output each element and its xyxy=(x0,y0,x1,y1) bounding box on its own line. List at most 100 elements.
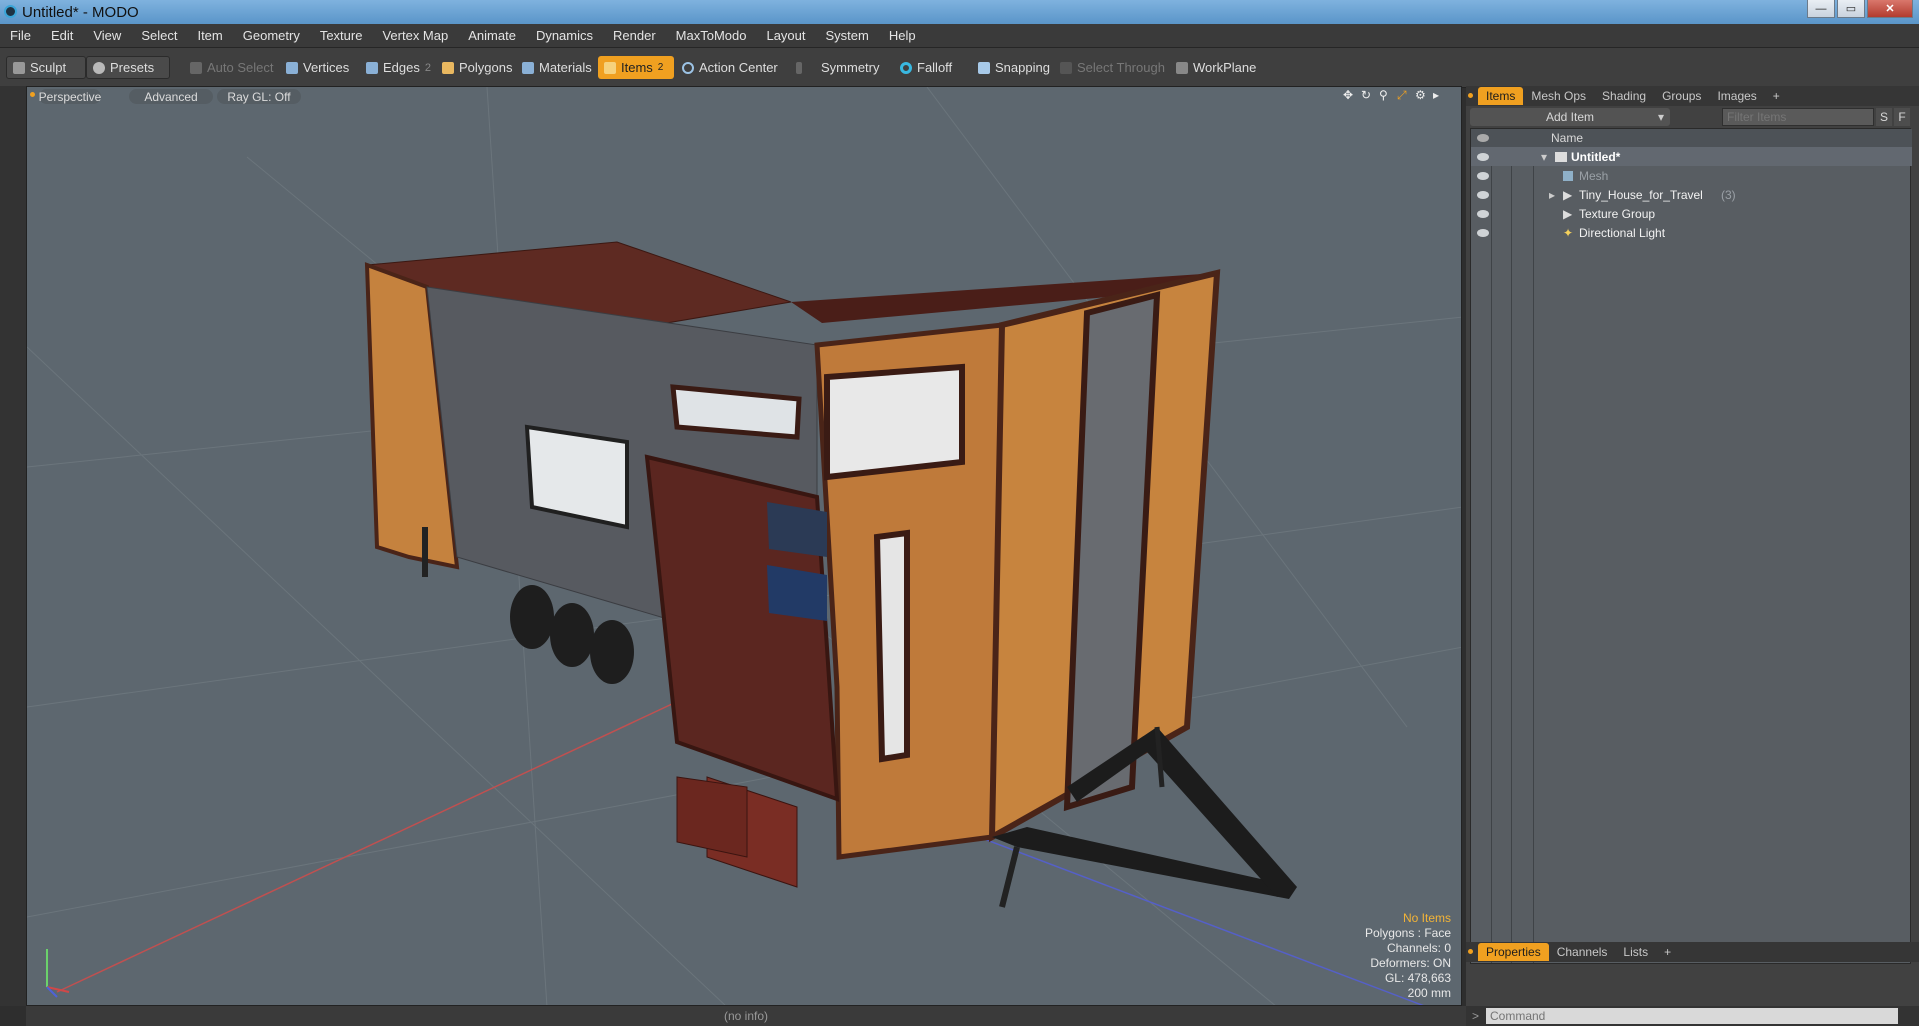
presets-button[interactable]: Presets xyxy=(86,56,170,79)
filter-items-input[interactable] xyxy=(1722,108,1874,126)
edges-button[interactable]: Edges 2 xyxy=(360,56,437,79)
wheel xyxy=(550,603,594,667)
hud-polygons: Polygons : Face xyxy=(1364,926,1451,940)
sculpt-button[interactable]: Sculpt xyxy=(6,56,86,79)
command-bar: > xyxy=(1466,1006,1919,1026)
vertices-icon xyxy=(286,61,298,74)
command-input[interactable] xyxy=(1486,1008,1898,1024)
close-button[interactable]: ✕ xyxy=(1867,0,1913,18)
visibility-eye-icon[interactable] xyxy=(1477,209,1489,218)
brush-icon xyxy=(13,61,25,74)
filter-f-button[interactable]: F xyxy=(1894,108,1910,126)
tree-row-texture-group[interactable]: ▶ Texture Group xyxy=(1471,204,1912,223)
tab-groups[interactable]: Groups xyxy=(1654,87,1709,105)
tab-lists[interactable]: Lists xyxy=(1615,943,1656,961)
minimize-button[interactable]: — xyxy=(1807,0,1835,18)
tab-items[interactable]: Items xyxy=(1478,87,1524,105)
menu-item[interactable]: Item xyxy=(187,28,232,43)
tab-mesh-ops[interactable]: Mesh Ops xyxy=(1523,87,1594,105)
menu-file[interactable]: File xyxy=(0,28,41,43)
expand-arrow-icon[interactable]: ▸ xyxy=(1549,188,1555,202)
workplane-icon xyxy=(1176,61,1188,74)
menu-select[interactable]: Select xyxy=(131,28,187,43)
select-through-button[interactable]: Select Through xyxy=(1054,56,1171,79)
properties-tabs: Properties Channels Lists + xyxy=(1466,942,1919,962)
tree-row-group[interactable]: ▸ ▶ Tiny_House_for_Travel (3) xyxy=(1471,185,1912,204)
hud-deformers: Deformers: ON xyxy=(1370,956,1451,970)
menu-bar: File Edit View Select Item Geometry Text… xyxy=(0,24,1919,48)
axis-gizmo xyxy=(46,949,70,998)
workplane-button[interactable]: WorkPlane xyxy=(1170,56,1262,79)
symmetry-icon xyxy=(796,61,802,74)
menu-maxtomodo[interactable]: MaxToModo xyxy=(666,28,757,43)
group-icon: ▶ xyxy=(1563,187,1573,202)
visibility-eye-icon[interactable] xyxy=(1477,228,1489,237)
action-center-button[interactable]: Action Center xyxy=(676,56,784,79)
tab-channels[interactable]: Channels xyxy=(1549,943,1616,961)
filter-s-button[interactable]: S xyxy=(1876,108,1892,126)
title-bar: Untitled* - MODO — ▭ ✕ xyxy=(0,0,1919,24)
hud-no-items: No Items xyxy=(1402,911,1451,925)
tree-label: Mesh xyxy=(1579,168,1609,183)
vertices-button[interactable]: Vertices xyxy=(280,56,355,79)
window-title: Untitled* - MODO xyxy=(22,3,139,21)
tab-shading[interactable]: Shading xyxy=(1594,87,1654,105)
add-item-button[interactable]: Add Item ▾ xyxy=(1470,108,1670,126)
x-axis-line xyxy=(56,696,688,993)
menu-vertex-map[interactable]: Vertex Map xyxy=(372,28,458,43)
jack-stand xyxy=(999,846,1020,908)
light-icon: ✦ xyxy=(1563,225,1574,240)
visibility-header-icon xyxy=(1477,134,1489,142)
tree-row-light[interactable]: ✦ Directional Light xyxy=(1471,223,1912,242)
crosshair-icon xyxy=(682,61,694,74)
collapse-arrow-icon[interactable]: ▾ xyxy=(1541,150,1547,164)
tab-add[interactable]: + xyxy=(1656,943,1679,961)
edges-icon xyxy=(366,61,378,74)
snapping-button[interactable]: Snapping xyxy=(972,56,1056,79)
toolbar: Sculpt Presets Auto Select Vertices Edge… xyxy=(0,48,1919,88)
menu-texture[interactable]: Texture xyxy=(310,28,373,43)
scene-icon xyxy=(1555,151,1567,162)
menu-system[interactable]: System xyxy=(816,28,879,43)
tree-label: Tiny_House_for_Travel xyxy=(1579,187,1703,202)
maximize-button[interactable]: ▭ xyxy=(1837,0,1865,18)
menu-layout[interactable]: Layout xyxy=(756,28,815,43)
hud-channels: Channels: 0 xyxy=(1386,941,1451,955)
tree-row-mesh[interactable]: Mesh xyxy=(1471,166,1912,185)
items-button[interactable]: Items 2 xyxy=(598,56,674,79)
name-column-header: Name xyxy=(1551,131,1584,145)
presets-icon xyxy=(93,61,105,74)
menu-render[interactable]: Render xyxy=(603,28,666,43)
menu-animate[interactable]: Animate xyxy=(458,28,526,43)
menu-view[interactable]: View xyxy=(83,28,131,43)
materials-button[interactable]: Materials xyxy=(516,56,598,79)
tree-row-scene[interactable]: ▾ Untitled* xyxy=(1471,147,1912,166)
visibility-eye-icon[interactable] xyxy=(1477,152,1489,161)
visibility-eye-icon[interactable] xyxy=(1477,171,1489,180)
tab-properties[interactable]: Properties xyxy=(1478,943,1549,961)
steps-lower xyxy=(676,776,748,858)
3d-viewport[interactable]: Perspective Advanced Ray GL: Off ✥ ↻ ⚲ ⤢… xyxy=(26,86,1462,1006)
garage-door xyxy=(644,454,840,802)
wheel xyxy=(590,620,634,684)
properties-menu-dot[interactable] xyxy=(1468,949,1473,954)
auto-select-button[interactable]: Auto Select xyxy=(184,56,280,79)
tab-add[interactable]: + xyxy=(1765,87,1788,105)
items-icon xyxy=(604,61,616,74)
hud-gl: GL: 478,663 xyxy=(1384,971,1451,985)
menu-dynamics[interactable]: Dynamics xyxy=(526,28,603,43)
menu-edit[interactable]: Edit xyxy=(41,28,83,43)
tree-label: Texture Group xyxy=(1579,206,1656,221)
add-item-dropdown-icon[interactable]: ▾ xyxy=(1658,110,1664,124)
polygons-button[interactable]: Polygons xyxy=(436,56,518,79)
visibility-eye-icon[interactable] xyxy=(1477,190,1489,199)
menu-geometry[interactable]: Geometry xyxy=(233,28,310,43)
falloff-button[interactable]: Falloff xyxy=(894,56,958,79)
symmetry-button[interactable]: Symmetry xyxy=(790,56,886,79)
cube-icon xyxy=(190,61,202,74)
panel-menu-dot[interactable] xyxy=(1468,93,1473,98)
tab-images[interactable]: Images xyxy=(1709,87,1764,105)
hud-scale: 200 mm xyxy=(1407,986,1451,1000)
scene-render xyxy=(27,87,1461,1005)
menu-help[interactable]: Help xyxy=(879,28,926,43)
